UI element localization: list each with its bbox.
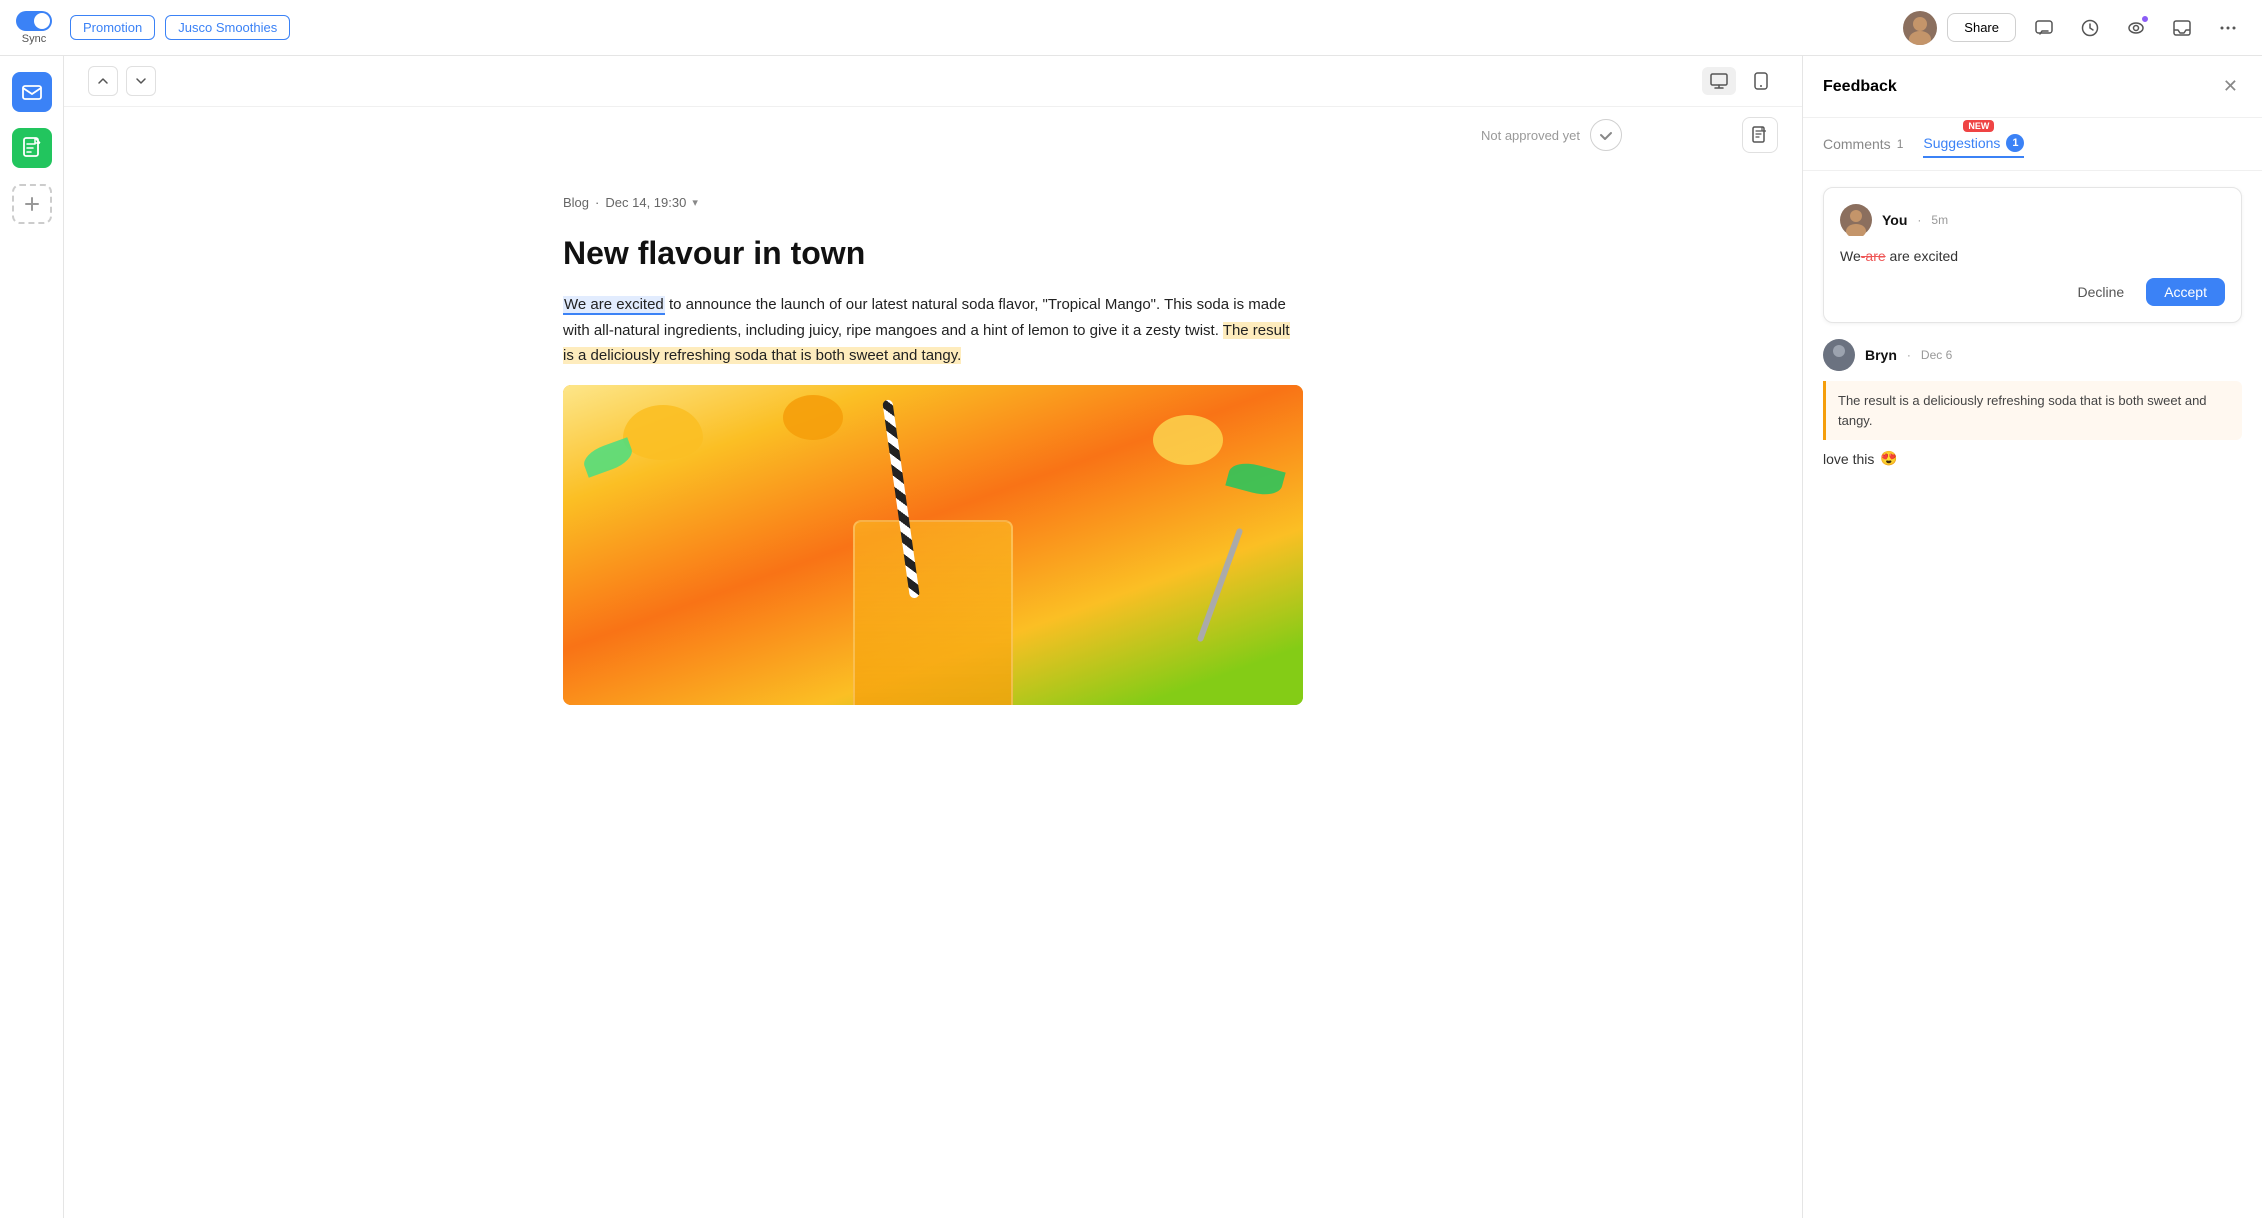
meta-chevron-icon[interactable]: ▾ <box>692 196 698 209</box>
company-tag[interactable]: Jusco Smoothies <box>165 15 290 40</box>
highlighted-text: We are excited <box>563 296 665 315</box>
comment-dot: · <box>1907 348 1911 362</box>
tab-suggestions[interactable]: Suggestions NEW 1 <box>1923 130 2024 158</box>
approval-label: Not approved yet <box>1481 128 1580 143</box>
feedback-tabs: Comments 1 Suggestions NEW 1 <box>1803 118 2262 171</box>
feedback-title: Feedback <box>1823 78 2219 96</box>
sidebar-icon-doc[interactable] <box>12 128 52 168</box>
comment-author: Bryn <box>1865 347 1897 363</box>
desktop-view-button[interactable] <box>1702 67 1736 95</box>
topbar: Sync Promotion Jusco Smoothies Share <box>0 0 2262 56</box>
content-area: Not approved yet Blog · Dec 14, 19:30 ▾ … <box>64 56 1802 1218</box>
clock-icon-button[interactable] <box>2072 10 2108 46</box>
tab-comments[interactable]: Comments 1 <box>1823 132 1903 156</box>
suggestion-strikethrough: -are <box>1861 248 1886 264</box>
doc-paragraph-1: We are excited to announce the launch of… <box>563 292 1303 369</box>
feedback-header: Feedback ✕ <box>1803 56 2262 118</box>
straw <box>882 399 920 598</box>
left-sidebar <box>0 56 64 1218</box>
tab-comments-label: Comments <box>1823 136 1891 152</box>
spoon <box>1197 527 1244 642</box>
suggestion-card: You · 5m We-are are excited Decline Acce… <box>1823 187 2242 323</box>
doc-date: Dec 14, 19:30 <box>605 195 686 210</box>
body-text-2: to announce the launch of our latest nat… <box>563 296 1286 339</box>
share-button[interactable]: Share <box>1947 13 2016 42</box>
new-badge: NEW <box>1963 120 1994 132</box>
toggle-knob <box>34 13 50 29</box>
doc-icon-button[interactable] <box>1742 117 1778 153</box>
suggestion-card-header: You · 5m <box>1840 204 2225 236</box>
suggestion-author: You <box>1882 212 1907 228</box>
suggestion-dot: · <box>1917 213 1921 227</box>
suggestion-before: We <box>1840 248 1861 264</box>
sync-area: Sync <box>16 11 52 45</box>
doc-toolbar <box>64 56 1802 107</box>
comment-icon-button[interactable] <box>2026 10 2062 46</box>
promotion-tag[interactable]: Promotion <box>70 15 155 40</box>
comment-date: Dec 6 <box>1921 348 1952 362</box>
suggestion-after: are excited <box>1886 248 1958 264</box>
mango-piece-3 <box>783 395 843 440</box>
user-avatar[interactable] <box>1903 11 1937 45</box>
decline-button[interactable]: Decline <box>2065 278 2136 306</box>
mango-piece-2 <box>1153 415 1223 465</box>
approval-check-button[interactable] <box>1590 119 1622 151</box>
comment-emoji: 😍 <box>1880 450 1897 467</box>
sidebar-add-button[interactable] <box>12 184 52 224</box>
sidebar-icon-mail[interactable] <box>12 72 52 112</box>
sync-toggle[interactable] <box>16 11 52 31</box>
suggestion-actions: Decline Accept <box>1840 278 2225 306</box>
sync-label: Sync <box>22 33 46 45</box>
close-feedback-button[interactable]: ✕ <box>2219 72 2242 101</box>
inbox-icon-button[interactable] <box>2164 10 2200 46</box>
comment-body: love this <box>1823 451 1874 467</box>
comment-quote: The result is a deliciously refreshing s… <box>1823 381 2242 440</box>
feedback-panel: Feedback ✕ Comments 1 Suggestions NEW 1 <box>1802 56 2262 1218</box>
nav-down-button[interactable] <box>126 66 156 96</box>
feedback-body: You · 5m We-are are excited Decline Acce… <box>1803 171 2262 1218</box>
mango-piece-1 <box>623 405 703 460</box>
doc-body: We are excited to announce the launch of… <box>563 292 1303 369</box>
comment-text: love this 😍 <box>1823 450 2242 467</box>
notification-dot <box>2140 14 2150 24</box>
doc-content: Blog · Dec 14, 19:30 ▾ New flavour in to… <box>483 163 1383 737</box>
tab-suggestions-label: Suggestions <box>1923 135 2000 151</box>
approval-bar: Not approved yet <box>64 107 1802 163</box>
accept-button[interactable]: Accept <box>2146 278 2225 306</box>
suggestion-body: We-are are excited <box>1840 248 2225 264</box>
suggestion-time: 5m <box>1931 213 1948 227</box>
leaf-2 <box>1225 458 1285 499</box>
tab-comments-count: 1 <box>1897 137 1904 151</box>
comment-header: Bryn · Dec 6 <box>1823 339 2242 371</box>
suggestions-count-badge: 1 <box>2006 134 2024 152</box>
leaf-1 <box>580 437 636 478</box>
suggestion-avatar <box>1840 204 1872 236</box>
doc-image <box>563 385 1303 705</box>
doc-title: New flavour in town <box>563 234 1303 272</box>
main-layout: Not approved yet Blog · Dec 14, 19:30 ▾ … <box>0 56 2262 1218</box>
doc-separator: · <box>595 195 599 210</box>
eye-icon-button[interactable] <box>2118 10 2154 46</box>
doc-image-inner <box>563 385 1303 705</box>
more-icon-button[interactable] <box>2210 10 2246 46</box>
doc-meta: Blog · Dec 14, 19:30 ▾ <box>563 195 1303 210</box>
doc-type: Blog <box>563 195 589 210</box>
glass <box>853 520 1013 705</box>
nav-up-button[interactable] <box>88 66 118 96</box>
comment-card: Bryn · Dec 6 The result is a deliciously… <box>1823 339 2242 467</box>
mobile-view-button[interactable] <box>1744 67 1778 95</box>
comment-avatar <box>1823 339 1855 371</box>
